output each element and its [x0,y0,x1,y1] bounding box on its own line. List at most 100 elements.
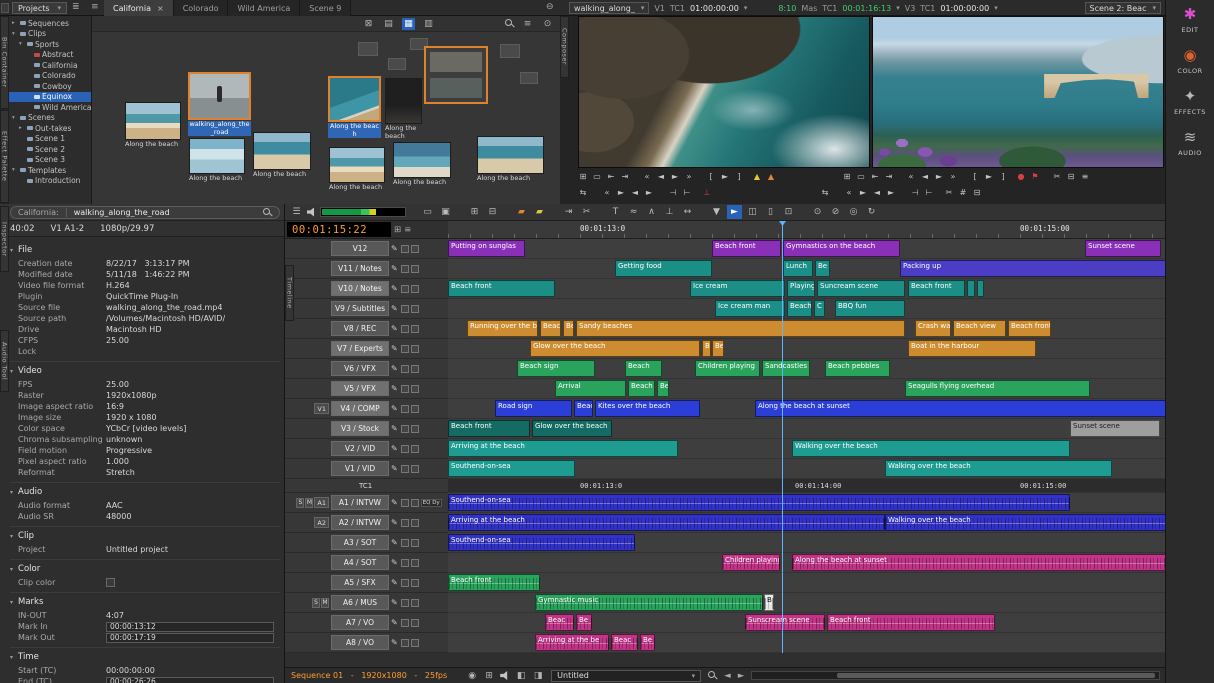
marker-orange-icon[interactable]: ▲ [764,170,778,183]
lock-toggle[interactable] [411,425,419,433]
clip-beach-front[interactable]: Beach front [448,420,530,437]
app-icon[interactable] [1,3,9,13]
track-name-button[interactable]: V5 / VFX [331,381,389,396]
bin-tab-scene-9[interactable]: Scene 9 [300,0,351,16]
segment-overwrite-icon[interactable]: ▰ [514,205,529,219]
lock-toggle[interactable] [411,285,419,293]
monitor-toggle[interactable] [401,405,409,413]
composer-tab[interactable]: Composer [560,16,569,78]
segment-select-icon[interactable]: ► [727,205,742,219]
record-monitor-toggle-icon[interactable]: ▣ [438,205,453,219]
lock-toggle[interactable] [411,245,419,253]
bin-collapse-icon[interactable]: ⊖ [546,2,554,12]
clip-beach-front[interactable]: Beach front [448,574,540,591]
effect-mode-icon[interactable]: ▯ [763,205,778,219]
clip-lunch[interactable]: Lunch [783,260,813,277]
pencil-icon[interactable]: ✎ [391,244,398,253]
lock-toggle[interactable] [411,639,419,647]
clip-be[interactable]: Be [576,614,592,631]
timeline-speaker-icon[interactable] [307,208,317,217]
toggle-track-panel-icon[interactable]: ⊞ [483,670,495,682]
pencil-icon[interactable]: ✎ [391,384,398,393]
lift-tool-icon[interactable]: ⊟ [970,186,984,199]
effect-palette-tab[interactable]: Effect Palette [0,110,9,203]
title-tool-icon[interactable]: T [608,205,623,219]
bin-fast-menu-icon[interactable]: ≡ [521,18,534,30]
frame-forward-2-icon[interactable]: ► [884,186,898,199]
search-icon[interactable] [263,208,272,217]
go-to-next-edit-icon[interactable]: ⊢ [680,186,694,199]
clip-color-checkbox[interactable] [106,578,115,587]
pencil-icon[interactable]: ✎ [391,558,398,567]
add-edit-icon[interactable]: ✂ [579,205,594,219]
bin-clip-along-the-beach[interactable]: Along the beach [189,138,245,183]
lock-toggle[interactable] [411,499,419,507]
clip-along-the-beach-at-sunset[interactable]: Along the beach at sunset [792,554,1166,571]
red-marker-icon[interactable]: ⚑ [1028,170,1042,183]
monitor-toggle[interactable] [401,285,409,293]
lock-toggle[interactable] [411,539,419,547]
play-reverse-2-icon[interactable]: « [842,186,856,199]
clip-beach-front[interactable]: Beach front [1008,320,1051,337]
section-header-file[interactable]: ▾File [10,243,280,258]
bin-tree-item-clips[interactable]: ▾Clips [9,29,91,40]
lock-toggle[interactable] [411,559,419,567]
track-name-button[interactable]: A8 / VO [331,635,389,650]
toggle-source-timeline-icon[interactable]: ⊞ [394,225,401,235]
bin-lock-icon[interactable]: ⊠ [362,18,375,30]
bin-search-icon[interactable] [505,19,514,28]
bin-tree-item-cowboy[interactable]: Cowboy [9,81,91,92]
record-clip-dropdown[interactable]: Scene 2: Beac ▾ [1085,2,1162,14]
clip-bbq-fun[interactable]: BBQ fun [835,300,905,317]
section-header-video[interactable]: ▾Video [10,364,280,379]
clip-beach[interactable]: Beach [540,320,561,337]
track-name-button[interactable]: V8 / REC [331,321,389,336]
monitor-toggle[interactable] [401,305,409,313]
bin-clip-along-the-beach[interactable]: Along the beach [125,102,181,149]
play-2-icon[interactable]: ► [856,186,870,199]
film-frame[interactable] [424,46,488,104]
monitor-toggle[interactable] [401,619,409,627]
bin-tree-item-sequences[interactable]: ▸Sequences [9,18,91,29]
clip-arriving-at-the-be[interactable]: Arriving at the be [535,634,609,651]
bin-tree-item-abstract[interactable]: Abstract [9,50,91,61]
bin-tree-item-scene-3[interactable]: Scene 3 [9,155,91,166]
clip-running-over-the-b[interactable]: Running over the b [467,320,538,337]
audio-tool-tab[interactable]: Audio Tool [0,330,9,392]
lock-toggle[interactable] [411,465,419,473]
lock-toggle[interactable] [411,305,419,313]
pencil-icon[interactable]: ✎ [391,344,398,353]
clip-beach[interactable]: Beach [574,400,593,417]
clip-crash-wave[interactable]: Crash wave [915,320,951,337]
bin-panel-menu-icon[interactable]: ⊙ [541,18,554,30]
clip-southend-on-sea[interactable]: Southend-on-sea [448,494,1070,511]
lock-toggle[interactable] [411,365,419,373]
clip-along-the-beach-at-sunset[interactable]: Along the beach at sunset [755,400,1166,417]
pencil-icon[interactable]: ✎ [391,324,398,333]
clip-beach-front[interactable]: Beach front [908,280,965,297]
scrollbar-thumb[interactable] [837,673,1155,678]
sequence-dropdown[interactable]: Untitled ▾ [551,670,701,682]
segment-splice-icon[interactable]: ▰ [532,205,547,219]
bin-clip-along-the-beach[interactable]: Along the beach [328,76,381,138]
monitor-toggle[interactable] [401,245,409,253]
toggle-source-timeline-icon[interactable]: ▭ [420,205,435,219]
property-input-mark-out[interactable]: 00:00:17:19 [106,633,274,643]
monitor-toggle[interactable] [401,499,409,507]
clip-b[interactable]: B [764,594,774,611]
chevron-down-icon[interactable]: ▾ [994,4,998,12]
track-name-button[interactable]: A5 / SFX [331,575,389,590]
record-monitor[interactable] [872,16,1164,168]
audio-view-toggle-icon[interactable]: ◨ [532,670,544,682]
clip-boat-in-the-harbour[interactable]: Boat in the harbour [908,340,1036,357]
pencil-icon[interactable]: ✎ [391,464,398,473]
swap-source-record-2-icon[interactable]: ⇆ [818,186,832,199]
clip-children-playing[interactable]: Children playing [695,360,760,377]
clip-beac[interactable]: Beac [545,614,574,631]
clip-beac[interactable]: Beac [611,634,638,651]
clip-beach[interactable]: Beach [628,380,655,397]
scroll-right-icon[interactable]: ► [738,671,745,681]
record-play-icon[interactable]: ► [982,170,996,183]
lock-toggle[interactable] [411,405,419,413]
trim-mode-icon[interactable]: ▼ [709,205,724,219]
